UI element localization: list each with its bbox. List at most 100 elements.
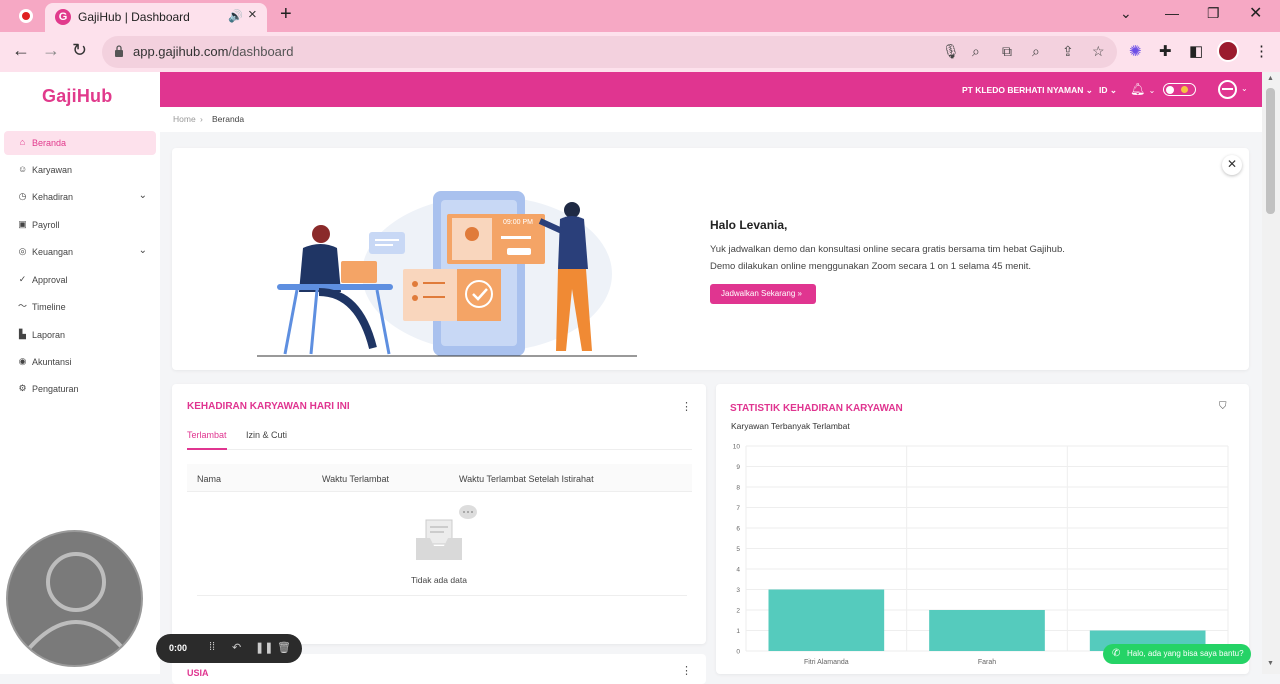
sidebar-item-beranda[interactable]: ⌂ Beranda (4, 131, 156, 155)
sidebar-item-label: Payroll (32, 220, 60, 230)
empty-inbox-icon (416, 505, 477, 560)
zoom-icon[interactable]: ⌕ (1032, 43, 1040, 60)
address-bar[interactable]: app.gajihub.com/dashboard 🎙 ⌕ ⧉ ⌕ ⇪ ☆ (102, 36, 1117, 68)
screen-recorder-controls: 0:00 ⁞⁞ ↶ ❚❚ 🗑︎ (156, 634, 302, 663)
bookmark-star-icon[interactable]: ☆ (1092, 43, 1105, 60)
x-tick-label: Fitri Alamanda (804, 659, 849, 666)
breadcrumb-current: Beranda (212, 114, 245, 124)
sidebar-item-label: Timeline (32, 302, 66, 312)
close-banner-button[interactable]: ✕ (1222, 155, 1242, 175)
tab-search-icon[interactable]: ⌄ (1120, 5, 1132, 22)
x-tick-label: Farah (978, 659, 996, 666)
more-options-icon[interactable]: ⋮ (681, 400, 692, 413)
pause-icon[interactable]: ❚❚ (255, 641, 273, 654)
tab-izin-cuti[interactable]: Izin & Cuti (246, 430, 287, 440)
late-employees-bar-chart: 0 1 2 3 4 5 6 7 8 9 10 Fitri Alamanda Farah (733, 444, 1229, 666)
close-window-button[interactable]: ✕ (1249, 3, 1262, 23)
accounting-icon: ◉ (18, 356, 27, 366)
sidebar-item-timeline[interactable]: 〜 Timeline (4, 295, 156, 319)
sidebar-item-laporan[interactable]: ▙ Laporan (4, 323, 156, 347)
browser-tab[interactable]: G GajiHub | Dashboard 🔊 × (45, 3, 267, 32)
forward-button[interactable]: → (42, 40, 60, 61)
webcam-overlay[interactable] (6, 530, 143, 667)
reload-button[interactable]: ↻ (72, 40, 87, 61)
user-placeholder-icon (24, 552, 128, 654)
extension-gear-icon[interactable]: ✺ (1129, 42, 1142, 60)
y-tick-label: 3 (736, 587, 740, 594)
restart-icon[interactable]: ↶ (232, 641, 241, 654)
theme-toggle[interactable] (1163, 83, 1196, 96)
y-tick-label: 0 (736, 649, 740, 656)
y-tick-label: 8 (736, 485, 740, 492)
timeline-icon: 〜 (18, 301, 28, 311)
breadcrumb-home-link[interactable]: Home (173, 114, 196, 124)
filter-icon[interactable]: ⛉ (1219, 401, 1227, 412)
double-chevron-right-icon: » (797, 289, 802, 298)
browser-profile-avatar[interactable] (1217, 40, 1239, 62)
open-external-icon[interactable]: ⧉ (1002, 43, 1012, 60)
search-icon[interactable]: ⌕ (972, 43, 980, 60)
url-text: app.gajihub.com/dashboard (133, 44, 294, 59)
chevron-down-icon: ⌄ (138, 245, 147, 256)
tab-close-icon[interactable]: × (248, 6, 257, 23)
sidebar-item-kehadiran[interactable]: ◷ Kehadiran ⌄ (4, 185, 156, 209)
column-header[interactable]: Waktu Terlambat Setelah Istirahat (459, 474, 594, 484)
browser-menu-icon[interactable]: ⋮ (1254, 42, 1269, 60)
scroll-up-arrow-icon[interactable]: ▲ (1267, 75, 1274, 82)
y-tick-label: 10 (733, 444, 741, 451)
settings-icon: ⚙ (18, 383, 27, 393)
approval-icon: ✓ (18, 274, 27, 284)
scroll-down-arrow-icon[interactable]: ▼ (1267, 660, 1274, 667)
demo-description-line: Demo dilakukan online menggunakan Zoom s… (710, 261, 1032, 272)
whatsapp-icon: ✆ (1112, 648, 1121, 659)
share-icon[interactable]: ⇪ (1062, 43, 1074, 60)
new-tab-button[interactable]: + (280, 3, 292, 26)
sidebar-item-karyawan[interactable]: ☺ Karyawan (4, 158, 156, 182)
greeting-text: Halo Levania, (710, 218, 788, 232)
report-icon: ▙ (19, 329, 26, 339)
back-button[interactable]: ← (12, 40, 30, 61)
lock-icon (115, 45, 123, 57)
gajihub-favicon-icon: G (55, 9, 71, 25)
table-header: Nama Waktu Terlambat Waktu Terlambat Set… (187, 464, 692, 492)
demo-illustration: 09:00 PM (257, 191, 637, 357)
y-tick-label: 4 (736, 567, 740, 574)
tab-terlambat[interactable]: Terlambat (187, 430, 227, 450)
page-scrollbar[interactable]: ▲ ▼ (1262, 72, 1280, 674)
column-header[interactable]: Nama (197, 474, 221, 484)
payroll-icon: ▣ (18, 219, 27, 229)
demo-banner-card: 09:00 PM Halo Levania, Yuk jadwalkan dem… (172, 148, 1249, 370)
chevron-down-icon: ⌄ (138, 190, 147, 201)
microphone-icon[interactable]: 🎙 (942, 43, 960, 60)
drag-handle-icon[interactable]: ⁞⁞ (209, 641, 215, 653)
sidebar-item-keuangan[interactable]: ◎ Keuangan ⌄ (4, 240, 156, 264)
sidebar-item-pengaturan[interactable]: ⚙ Pengaturan (4, 377, 156, 401)
scrollbar-thumb[interactable] (1266, 88, 1275, 214)
sidebar-item-akuntansi[interactable]: ◉ Akuntansi (4, 350, 156, 374)
more-options-icon[interactable]: ⋮ (681, 664, 692, 677)
audio-playing-icon[interactable]: 🔊 (228, 9, 243, 23)
sidebar-item-label: Laporan (32, 330, 66, 340)
maximize-button[interactable]: ❐ (1207, 5, 1220, 22)
breadcrumb-separator: › (200, 114, 203, 124)
sidebar-item-payroll[interactable]: ▣ Payroll (4, 213, 156, 237)
minimize-button[interactable]: — (1165, 5, 1179, 21)
delete-icon[interactable]: 🗑︎ (277, 641, 291, 654)
whatsapp-chat-button[interactable]: ✆ Halo, ada yang bisa saya bantu? (1103, 644, 1251, 664)
notification-bell-icon[interactable]: 🔔︎ ⌄ (1130, 82, 1155, 96)
company-selector[interactable]: PT KLEDO BERHATI NYAMAN ⌄ (962, 85, 1093, 96)
chevron-down-icon[interactable]: ⌄ (1241, 84, 1248, 93)
tab-title: GajiHub | Dashboard (78, 10, 190, 24)
gajihub-logo[interactable]: GajiHub (42, 86, 112, 107)
side-panel-icon[interactable]: ◧ (1189, 42, 1203, 60)
user-avatar[interactable] (1218, 80, 1237, 99)
users-icon: ☺ (18, 164, 28, 174)
language-selector[interactable]: ID ⌄ (1099, 85, 1117, 96)
sidebar-item-label: Keuangan (32, 247, 74, 257)
extensions-puzzle-icon[interactable]: ✚ (1159, 42, 1172, 60)
sidebar-item-label: Beranda (32, 138, 67, 148)
column-header[interactable]: Waktu Terlambat (322, 474, 389, 484)
schedule-demo-button[interactable]: Jadwalkan Sekarang » (710, 284, 816, 304)
sidebar-item-approval[interactable]: ✓ Approval (4, 268, 156, 292)
attendance-card-title: KEHADIRAN KARYAWAN HARI INI (187, 401, 350, 412)
